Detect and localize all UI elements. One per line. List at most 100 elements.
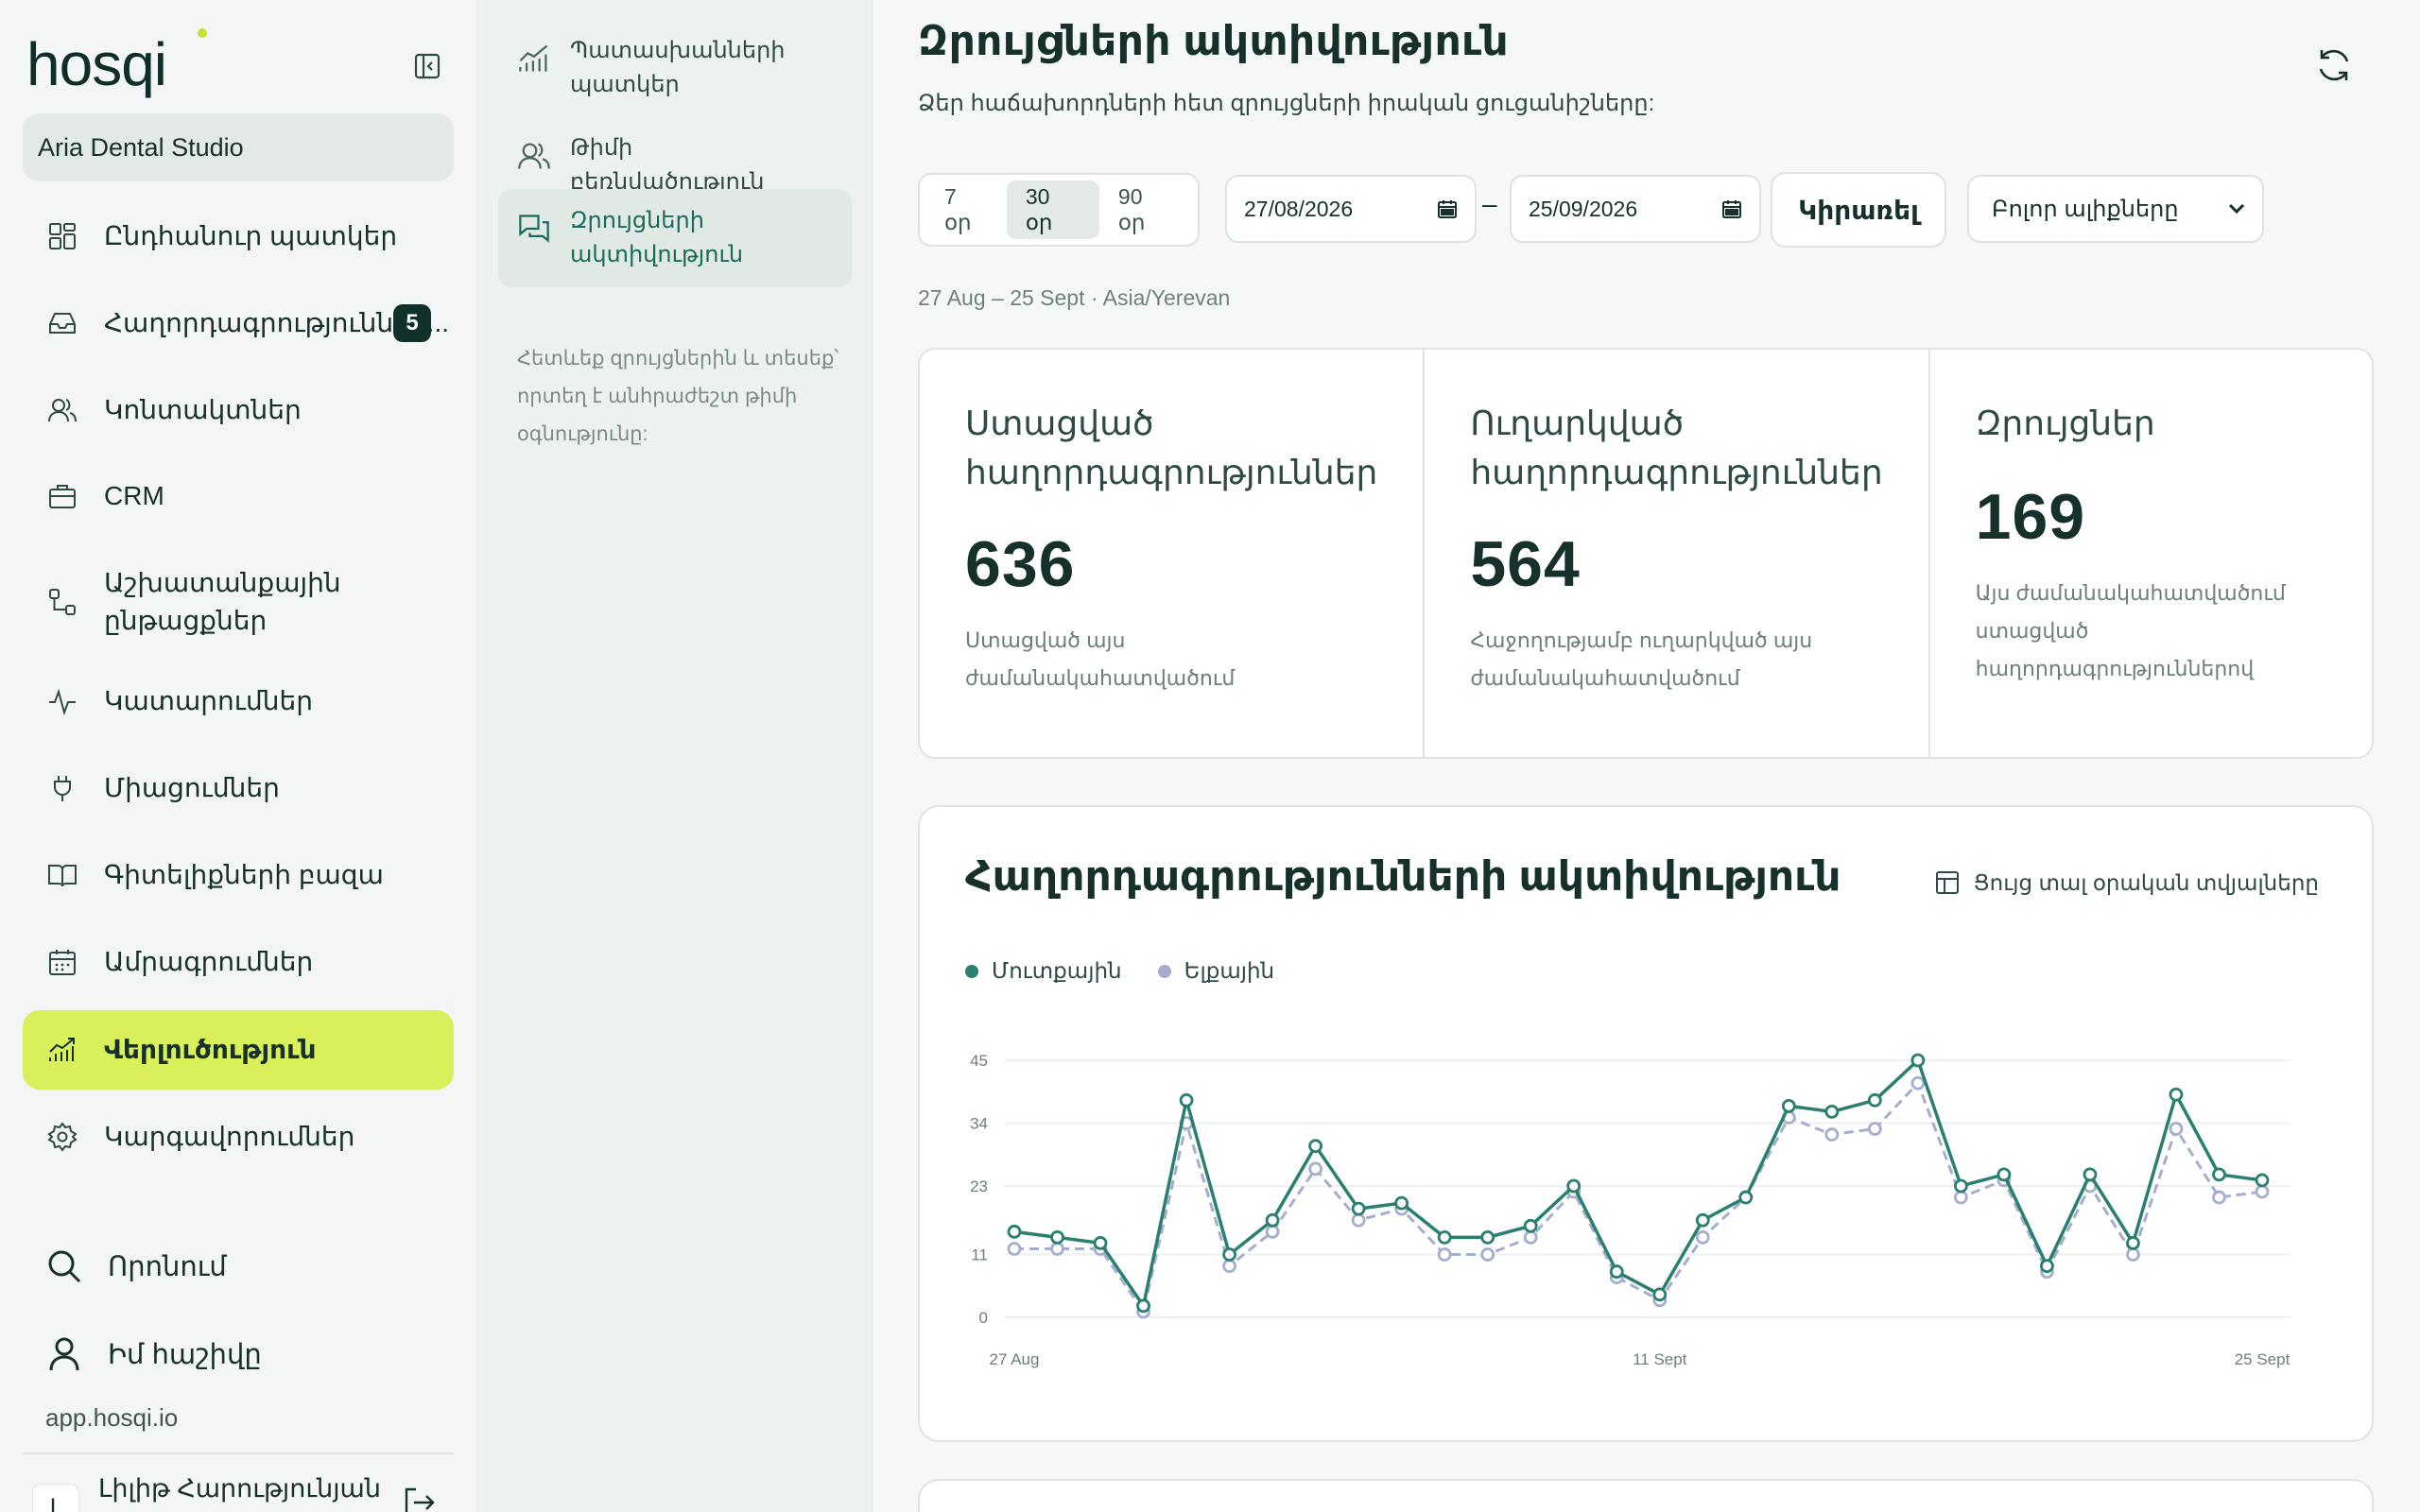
chevron-down-icon xyxy=(2228,203,2245,215)
date-from-value: 27/08/2026 xyxy=(1244,196,1354,221)
nav-label: Կոնտակտներ xyxy=(104,395,302,424)
inbound-point xyxy=(1007,1224,1022,1239)
inbound-point xyxy=(1179,1092,1194,1108)
inbox-icon xyxy=(45,306,79,340)
workspace-switcher[interactable]: Aria Dental Studio xyxy=(23,113,454,181)
nav-label: CRM xyxy=(104,481,164,510)
range-7d-button[interactable]: 7 օր xyxy=(925,180,1007,239)
inbound-point xyxy=(1996,1167,2012,1182)
grid-icon xyxy=(45,219,79,253)
stat-title: Ստացված հաղորդագրություններ xyxy=(965,404,1378,491)
stat-desc: Ստացված այս ժամանակահատվածում xyxy=(965,628,1236,690)
inbound-point xyxy=(1781,1098,1796,1113)
y-tick-label: 23 xyxy=(970,1177,988,1195)
inbound-point xyxy=(2169,1087,2184,1102)
subnav-label: Զրույցների ակտիվություն xyxy=(570,208,744,267)
inbound-point xyxy=(1093,1236,1108,1250)
inbound-point xyxy=(1910,1053,1926,1068)
stat-received: Ստացված հաղորդագրություններ 636 Ստացված … xyxy=(920,350,1426,757)
nav-item-bookings[interactable]: Ամրագրումներ xyxy=(23,922,454,1002)
inbound-point xyxy=(1351,1201,1366,1216)
stat-title: Զրույցներ xyxy=(1975,404,2155,442)
inbound-point xyxy=(1222,1247,1236,1262)
x-tick-label: 27 Aug xyxy=(990,1350,1040,1368)
pulse-icon xyxy=(45,684,79,718)
refresh-icon[interactable] xyxy=(2314,45,2354,85)
nav-label: Ընդհանուր պատկեր xyxy=(104,221,398,250)
outbound-point xyxy=(1480,1247,1495,1262)
account-nav-item[interactable]: Իմ հաշիվը xyxy=(23,1321,454,1387)
inbound-point xyxy=(1566,1178,1582,1194)
nav-item-workflows[interactable]: Աշխատանքային ընթացքներ xyxy=(23,562,454,642)
inbound-point xyxy=(2212,1167,2226,1182)
stat-value: 636 xyxy=(965,528,1076,600)
nav-item-overview[interactable]: Ընդհանուր պատկեր xyxy=(23,197,454,276)
nav-item-crm[interactable]: CRM xyxy=(23,456,454,536)
workflow-icon xyxy=(45,585,79,619)
calendar-picker-icon[interactable] xyxy=(1437,198,1458,219)
sidebar: hosqi Aria Dental Studio Ընդհանուր պատկե… xyxy=(0,0,477,1512)
nav-item-integrations[interactable]: Միացումներ xyxy=(23,748,454,828)
outbound-point xyxy=(1007,1242,1022,1256)
nav-item-knowledge-base[interactable]: Գիտելիքների բազա xyxy=(23,835,454,915)
range-30d-button[interactable]: 30 օր xyxy=(1006,180,1099,239)
x-tick-label: 25 Sept xyxy=(2235,1350,2290,1368)
y-tick-label: 34 xyxy=(970,1114,988,1132)
nav-label: Ամրագրումներ xyxy=(104,947,314,976)
nav-label: Միացումներ xyxy=(104,773,280,802)
search-nav-item[interactable]: Որոնում xyxy=(23,1233,454,1299)
unread-badge: 5 xyxy=(393,304,431,342)
nav-label: Գիտելիքների բազա xyxy=(104,860,384,889)
subnav-item-response-overview[interactable]: Պատասխանների պատկեր xyxy=(498,19,852,117)
inbound-point xyxy=(1308,1139,1323,1154)
nav-label: Կարգավորումներ xyxy=(104,1122,355,1151)
nav-label: Կատարումներ xyxy=(104,686,313,715)
workspace-name: Aria Dental Studio xyxy=(38,132,244,162)
outbound-point xyxy=(2126,1247,2140,1262)
logout-icon[interactable] xyxy=(401,1484,439,1512)
outbound-point xyxy=(2255,1184,2270,1199)
calendar-picker-icon[interactable] xyxy=(1721,198,1742,219)
stats-panel: Ստացված հաղորդագրություններ 636 Ստացված … xyxy=(918,348,2374,759)
inbound-point xyxy=(1437,1229,1452,1245)
nav-item-settings[interactable]: Կարգավորումներ xyxy=(23,1097,454,1177)
channel-select[interactable]: Բոլոր ալիքները xyxy=(1967,175,2264,243)
apply-button[interactable]: Կիրառել xyxy=(1771,172,1946,248)
date-from-input[interactable]: 27/08/2026 xyxy=(1225,175,1477,243)
inbound-point xyxy=(1824,1104,1840,1119)
svg-text:hosqi: hosqi xyxy=(26,30,166,98)
outbound-point xyxy=(1824,1127,1840,1142)
inbound-point xyxy=(1136,1298,1150,1314)
inbound-point xyxy=(1523,1218,1538,1233)
date-to-value: 25/09/2026 xyxy=(1529,196,1638,221)
collapse-sidebar-button[interactable] xyxy=(408,47,446,85)
y-tick-label: 45 xyxy=(970,1052,988,1070)
nav-label: Աշխատանքային ընթացքներ xyxy=(104,568,341,635)
inbound-point xyxy=(2126,1236,2140,1250)
chart-icon xyxy=(519,44,548,72)
search-icon xyxy=(45,1247,83,1285)
users-icon xyxy=(45,393,79,427)
inbound-point xyxy=(1867,1092,1882,1108)
date-to-input[interactable]: 25/09/2026 xyxy=(1510,175,1761,243)
main-content: Զրույցների ակտիվություն Ձեր հաճախորդների… xyxy=(873,0,2420,1512)
inbound-point xyxy=(2255,1173,2270,1188)
analytics-subnav: Պատասխանների պատկեր Թիմի բեռնվածություն … xyxy=(477,0,873,1512)
range-selector: 7 օր 30 օր 90 օր xyxy=(918,173,1200,247)
search-label: Որոնում xyxy=(108,1251,227,1282)
subnav-item-chat-activity[interactable]: Զրույցների ակտիվություն xyxy=(498,189,852,287)
outbound-point xyxy=(1523,1229,1538,1245)
nav-item-executions[interactable]: Կատարումներ xyxy=(23,662,454,741)
user-profile[interactable]: Լ Լիլիթ Հարությունյան xyxy=(23,1465,454,1512)
hosqi-logo[interactable]: hosqi xyxy=(26,26,216,106)
range-90d-button[interactable]: 90 օր xyxy=(1099,180,1192,239)
outbound-point xyxy=(2212,1190,2226,1205)
stat-title: Ուղարկված հաղորդագրություններ xyxy=(1470,404,1883,491)
stat-value: 564 xyxy=(1470,528,1581,600)
nav-item-analytics[interactable]: Վերլուծություն xyxy=(23,1010,454,1090)
nav-item-contacts[interactable]: Կոնտակտներ xyxy=(23,370,454,450)
nav-item-messages[interactable]: Հաղորդագրություններ... 5 xyxy=(23,284,454,363)
stat-sent: Ուղարկված հաղորդագրություններ 564 Հաջողո… xyxy=(1425,350,1930,757)
outbound-point xyxy=(1953,1190,1968,1205)
inbound-point xyxy=(1695,1212,1710,1228)
